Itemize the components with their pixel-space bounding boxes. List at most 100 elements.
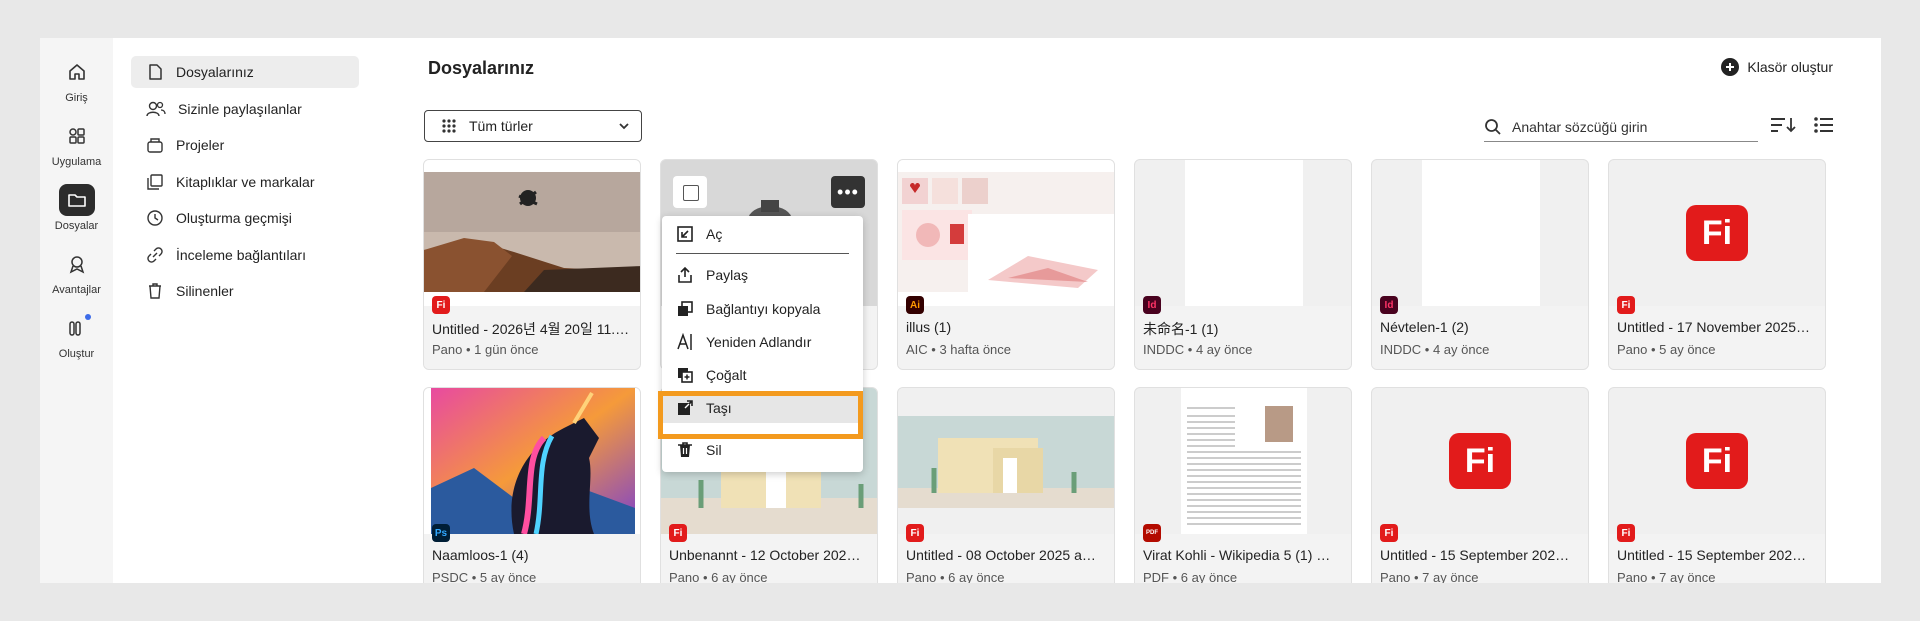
more-options-button[interactable]: ••• [831,176,865,208]
card-info: Fi Unbenannt - 12 October 202… Pano • 6 … [661,524,877,583]
menu-item-label: Paylaş [706,267,749,283]
menu-divider [676,253,849,254]
search-bar [1484,112,1758,142]
menu-item-delete[interactable]: Sil [662,435,863,465]
file-card[interactable]: Id 未命名-1 (1) INDDC • 4 ay önce [1134,159,1352,370]
document-thumbnail [1135,388,1351,534]
rail-label-files: Dosyalar [54,220,99,232]
chevron-down-icon [619,123,629,130]
house-thumbnail [898,388,1114,534]
rail-item-apps[interactable]: Uygulama [40,120,113,168]
card-info: Ai illus (1) AIC • 3 hafta önce [898,296,1114,369]
card-title: Virat Kohli - Wikipedia 5 (1) … [1143,547,1331,563]
pdf-badge-icon: PDF [1143,524,1161,542]
card-meta: PSDC • 5 ay önce [432,570,537,583]
apps-icon [59,120,95,152]
rename-icon [677,333,692,350]
menu-item-duplicate[interactable]: Çoğalt [662,360,863,390]
create-icon [59,312,95,344]
file-card[interactable]: Fi Untitled - 2026년 4월 20일 11.… Pano • 1… [423,159,641,370]
sidebar-item-label: Dosyalarınız [176,64,254,80]
menu-item-rename[interactable]: Yeniden Adlandır [662,327,863,357]
card-title: Untitled - 2026년 4월 20일 11.… [432,321,630,337]
sidebar-item-shared[interactable]: Sizinle paylaşılanlar [131,93,359,125]
sidebar-item-label: Projeler [176,137,225,153]
trash-icon [149,283,161,299]
copy-link-icon [678,301,693,316]
file-type-filter[interactable]: Tüm türler [424,110,642,142]
card-meta: Pano • 1 gün önce [432,342,539,357]
notification-dot [84,314,91,320]
ai-badge-icon: Ai [906,296,924,314]
card-title: Untitled - 15 September 202… [1617,547,1807,563]
file-card[interactable]: Id Névtelen-1 (2) INDDC • 4 ay önce [1371,159,1589,370]
card-meta: Pano • 7 ay önce [1617,570,1716,583]
page-thumbnail [1372,160,1588,306]
menu-item-open[interactable]: Aç [662,219,863,249]
card-meta: PDF • 6 ay önce [1143,570,1238,583]
fi-logo-icon: Fi [1449,433,1511,489]
file-card[interactable]: PDF Virat Kohli - Wikipedia 5 (1) … PDF … [1134,387,1352,583]
file-card[interactable]: Fi Fi Untitled - 15 September 202… Pano … [1371,387,1589,583]
card-title: Untitled - 15 September 202… [1380,547,1570,563]
sidebar-item-label: Silinenler [176,283,234,299]
card-title: Untitled - 17 November 2025… [1617,319,1810,335]
file-card[interactable]: Ps Naamloos-1 (4) PSDC • 5 ay önce [423,387,641,583]
card-title: Naamloos-1 (4) [432,547,529,563]
fi-badge-icon: Fi [906,524,924,542]
grid-icon [442,119,456,133]
sidebar-item-projects[interactable]: Projeler [131,129,359,161]
rail-label-create: Oluştur [58,348,95,360]
create-folder-button[interactable]: Klasör oluştur [1721,58,1833,76]
card-info: Fi Untitled - 17 November 2025… Pano • 5… [1609,296,1825,369]
fi-thumbnail: Fi [1372,388,1588,534]
rail-item-files[interactable]: Dosyalar [40,184,113,232]
fi-badge-icon: Fi [1617,296,1635,314]
rail-label-apps: Uygulama [51,156,102,168]
rail-item-benefits[interactable]: Avantajlar [40,248,113,296]
file-icon [149,64,162,80]
illustration-thumbnail [898,160,1114,306]
sidebar-item-label: Oluşturma geçmişi [176,210,292,226]
fi-thumbnail: Fi [1609,160,1825,306]
rail-item-create[interactable]: Oluştur [40,312,113,360]
left-rail: Giriş Uygulama Dosyalar Avantajlar Oluşt… [40,38,113,583]
list-view-icon[interactable] [1814,116,1834,139]
card-info: Fi Untitled - 15 September 202… Pano • 7… [1609,524,1825,583]
menu-item-copy-link[interactable]: Bağlantıyı kopyala [662,294,863,324]
card-title: Unbenannt - 12 October 202… [669,547,861,563]
card-info: Fi Untitled - 15 September 202… Pano • 7… [1372,524,1588,583]
menu-item-label: Aç [706,226,723,242]
file-card[interactable]: Fi Fi Untitled - 17 November 2025… Pano … [1608,159,1826,370]
menu-item-share[interactable]: Paylaş [662,260,863,290]
file-card[interactable]: Fi Untitled - 08 October 2025 a… Pano • … [897,387,1115,583]
card-title: Untitled - 08 October 2025 a… [906,547,1096,563]
sidebar-item-your-files[interactable]: Dosyalarınız [131,56,359,88]
card-meta: Pano • 7 ay önce [1380,570,1479,583]
folder-icon [58,184,95,216]
file-card[interactable]: Ai illus (1) AIC • 3 hafta önce [897,159,1115,370]
select-checkbox[interactable] [673,176,707,208]
add-circle-icon [1721,58,1740,76]
card-info: Fi Untitled - 2026년 4월 20일 11.… Pano • 1… [424,296,640,369]
id-badge-icon: Id [1380,296,1398,314]
card-info: PDF Virat Kohli - Wikipedia 5 (1) … PDF … [1135,524,1351,583]
fi-badge-icon: Fi [1380,524,1398,542]
rail-item-home[interactable]: Giriş [40,56,113,104]
fi-badge-icon: Fi [1617,524,1635,542]
sidebar-item-deleted[interactable]: Silinenler [131,275,359,307]
sidebar-item-label: Sizinle paylaşılanlar [178,100,302,117]
rail-label-home: Giriş [65,92,88,104]
file-card[interactable]: Fi Fi Untitled - 15 September 202… Pano … [1608,387,1826,583]
sidebar-item-label: İnceleme bağlantıları [176,246,306,263]
sidebar-item-libraries[interactable]: Kitaplıklar ve markalar [131,166,359,198]
sidebar-item-review-links[interactable]: İnceleme bağlantıları [131,239,359,271]
menu-item-label: Bağlantıyı kopyala [706,301,821,317]
sort-icon[interactable] [1770,116,1796,139]
sidebar-item-history[interactable]: Oluşturma geçmişi [131,202,359,234]
share-icon [678,266,692,283]
history-icon [147,210,163,226]
page-title: Dosyalarınız [428,58,535,78]
search-input[interactable] [1512,118,1752,135]
delete-icon [678,442,692,457]
